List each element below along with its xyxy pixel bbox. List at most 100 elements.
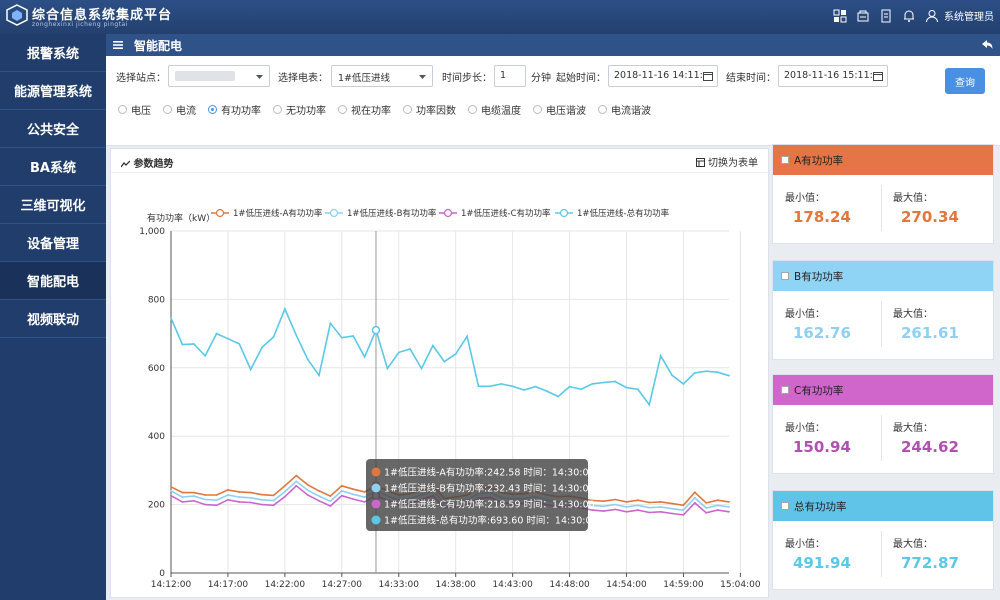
data-point[interactable] (249, 501, 252, 504)
user-name[interactable]: 系统管理员 (944, 8, 994, 23)
data-point[interactable] (625, 386, 628, 389)
data-point[interactable] (352, 498, 355, 501)
data-point[interactable] (329, 495, 332, 497)
data-point[interactable] (204, 503, 207, 506)
data-point[interactable] (192, 495, 195, 497)
bell-icon[interactable] (902, 9, 916, 23)
data-point[interactable] (648, 501, 651, 504)
data-point[interactable] (671, 507, 673, 510)
data-point[interactable] (340, 336, 343, 339)
data-point[interactable] (283, 490, 286, 493)
data-point[interactable] (340, 484, 343, 487)
data-point[interactable] (249, 491, 252, 494)
data-point[interactable] (568, 385, 571, 388)
data-point[interactable] (306, 483, 309, 486)
data-point[interactable] (682, 513, 685, 516)
data-point[interactable] (659, 510, 662, 513)
data-point[interactable] (261, 498, 264, 501)
data-point[interactable] (318, 499, 320, 502)
inbox-icon[interactable] (856, 9, 870, 23)
data-point[interactable] (477, 385, 480, 388)
data-point[interactable] (648, 511, 651, 514)
radio-active-power[interactable]: 有功功率 (208, 102, 261, 117)
calendar-icon[interactable] (703, 71, 713, 81)
data-point[interactable] (306, 358, 309, 361)
grid-icon[interactable] (833, 9, 847, 23)
legend-marker[interactable] (443, 208, 453, 218)
sidebar-item-power[interactable]: 智能配电 (0, 262, 106, 300)
user-icon[interactable] (925, 9, 939, 23)
radio-power-factor[interactable]: 功率因数 (403, 102, 456, 117)
data-point[interactable] (636, 504, 639, 507)
data-point[interactable] (602, 510, 605, 512)
data-point[interactable] (386, 367, 389, 370)
data-point[interactable] (728, 506, 730, 508)
data-point[interactable] (215, 504, 218, 507)
data-point[interactable] (238, 496, 241, 498)
data-point[interactable] (511, 385, 514, 388)
data-point[interactable] (602, 381, 605, 384)
legend-label[interactable]: 1#低压进线-A有功功率 (233, 208, 323, 219)
data-point[interactable] (728, 374, 730, 377)
data-point[interactable] (693, 496, 696, 499)
switch-to-table-button[interactable]: 切换为表单 (695, 154, 758, 169)
start-time-input[interactable]: 2018-11-16 14:11: (608, 65, 718, 87)
data-point[interactable] (602, 505, 605, 508)
data-point[interactable] (249, 368, 252, 371)
radio-reactive-power[interactable]: 无功功率 (273, 102, 326, 117)
data-point[interactable] (227, 337, 229, 340)
legend-marker[interactable] (215, 208, 225, 218)
data-point[interactable] (716, 499, 719, 502)
data-point[interactable] (238, 491, 241, 493)
sidebar-item-ba[interactable]: BA系统 (0, 148, 106, 186)
legend-label[interactable]: 1#低压进线-C有功功率 (461, 208, 551, 219)
data-point[interactable] (705, 370, 708, 373)
data-point[interactable] (500, 382, 503, 385)
data-point[interactable] (420, 367, 423, 370)
sidebar-item-video[interactable]: 视频联动 (0, 300, 106, 338)
data-point[interactable] (295, 474, 298, 477)
radio-voltage-harmonic[interactable]: 电压谐波 (533, 102, 586, 117)
data-point[interactable] (170, 490, 172, 492)
data-point[interactable] (602, 500, 605, 503)
data-point[interactable] (181, 343, 184, 346)
data-point[interactable] (192, 499, 195, 502)
data-point[interactable] (591, 382, 594, 385)
data-point[interactable] (181, 496, 184, 498)
data-point[interactable] (170, 317, 172, 320)
radio-current-harmonic[interactable]: 电流谐波 (598, 102, 651, 117)
calendar-icon[interactable] (873, 71, 883, 81)
data-point[interactable] (283, 308, 286, 310)
data-point[interactable] (318, 490, 320, 492)
legend-marker[interactable] (559, 208, 569, 218)
data-point[interactable] (671, 512, 673, 515)
data-point[interactable] (215, 332, 218, 335)
radio-current[interactable]: 电流 (163, 102, 196, 117)
radio-voltage[interactable]: 电压 (118, 102, 151, 117)
data-point[interactable] (636, 388, 639, 391)
data-point[interactable] (261, 503, 264, 506)
legend-label[interactable]: 1#低压进线-B有功功率 (347, 208, 437, 219)
data-point[interactable] (363, 496, 366, 498)
data-point[interactable] (283, 484, 286, 487)
data-point[interactable] (170, 485, 172, 488)
data-point[interactable] (272, 499, 275, 502)
legend-label[interactable]: 1#低压进线-总有功功率 (577, 208, 670, 219)
data-point[interactable] (716, 371, 719, 374)
data-point[interactable] (340, 490, 343, 492)
sidebar-item-alarm[interactable]: 报警系统 (0, 34, 106, 72)
data-point[interactable] (728, 510, 730, 513)
data-point[interactable] (215, 494, 218, 496)
data-point[interactable] (625, 506, 628, 508)
data-point[interactable] (625, 500, 628, 503)
station-select[interactable] (168, 65, 270, 87)
series-line-3[interactable] (170, 306, 730, 407)
data-point[interactable] (397, 351, 400, 354)
data-point[interactable] (192, 342, 195, 345)
data-point[interactable] (318, 495, 320, 497)
radio-apparent-power[interactable]: 视在功率 (338, 102, 391, 117)
data-point[interactable] (671, 374, 673, 377)
sidebar-item-public-safety[interactable]: 公共安全 (0, 110, 106, 148)
data-point[interactable] (636, 509, 639, 511)
data-point[interactable] (705, 507, 708, 509)
